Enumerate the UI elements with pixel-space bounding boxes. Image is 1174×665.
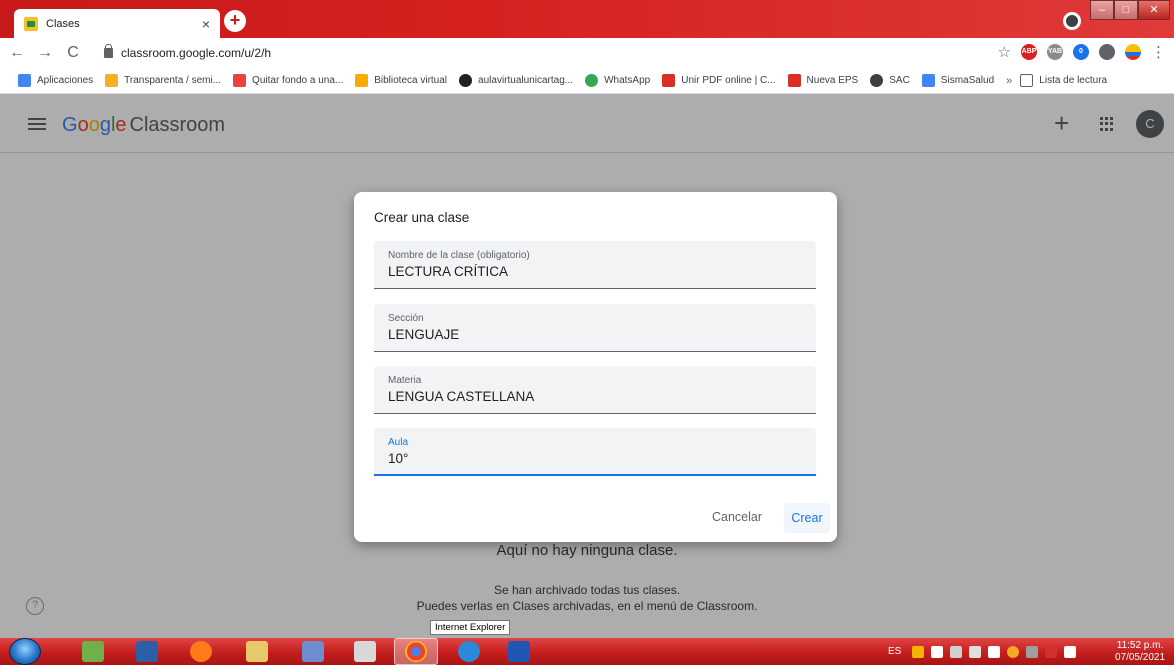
field-value[interactable]: LENGUAJE (388, 327, 459, 342)
bookmark-biblioteca[interactable]: Biblioteca virtual (355, 74, 447, 87)
bookmark-nueva-eps[interactable]: Nueva EPS (787, 74, 858, 87)
bookmark-favicon-icon (233, 74, 247, 87)
chrome-icon[interactable] (405, 641, 427, 662)
tab-close-icon[interactable]: × (202, 16, 210, 32)
start-button[interactable] (9, 638, 41, 665)
room-field[interactable]: Aula 10° (374, 428, 816, 476)
cross-icon (921, 74, 935, 87)
scanner-app-icon[interactable] (354, 641, 376, 662)
bookmark-sismasalud[interactable]: SismaSalud (921, 74, 994, 87)
section-field[interactable]: Sección LENGUAJE (374, 304, 816, 352)
signal-icon[interactable] (988, 645, 1001, 658)
puzzle-extensions-icon[interactable] (1099, 44, 1115, 60)
bookmark-aulavirtual[interactable]: aulavirtualunicartag... (459, 74, 573, 87)
word-icon[interactable] (508, 641, 530, 662)
browser-titlebar: Clases × + – □ ✕ (0, 0, 1174, 38)
url-input[interactable]: classroom.google.com/u/2/h (104, 42, 1004, 64)
apps-grid-icon (18, 74, 31, 87)
subject-field[interactable]: Materia LENGUA CASTELLANA (374, 366, 816, 414)
lock-icon (104, 44, 113, 58)
globe-icon (870, 74, 884, 87)
bookmark-aplicaciones[interactable]: Aplicaciones (18, 74, 93, 87)
action-center-flag-icon[interactable] (1064, 645, 1077, 658)
field-value[interactable]: LECTURA CRÍTICA (388, 264, 508, 279)
firefox-icon[interactable] (190, 641, 212, 662)
field-label: Sección (388, 313, 424, 324)
clock-date: 07/05/2021 (1114, 652, 1166, 663)
back-button[interactable]: ← (6, 44, 28, 62)
close-window-button[interactable]: ✕ (1138, 0, 1170, 20)
media-player-icon[interactable] (136, 641, 158, 662)
field-label: Materia (388, 375, 422, 386)
create-button[interactable]: Crear (784, 503, 830, 533)
tab-clases[interactable]: Clases × (14, 9, 220, 38)
classroom-favicon-icon (24, 16, 38, 31)
system-clock[interactable]: 11:52 p.m. 07/05/2021 (1108, 640, 1172, 664)
volume-icon[interactable] (931, 645, 944, 658)
new-tab-button[interactable]: + (224, 10, 246, 32)
bookmark-favicon-icon (355, 74, 369, 87)
network-icon[interactable] (969, 645, 982, 658)
cancel-button[interactable]: Cancelar (712, 510, 762, 524)
field-label: Nombre de la clase (obligatorio) (388, 250, 530, 261)
taskbar-tooltip: Internet Explorer (430, 620, 511, 635)
bookmark-favicon-icon (459, 74, 473, 87)
bookmark-unir-pdf[interactable]: Unir PDF online | C... (662, 74, 776, 87)
windows-taskbar: ES 11:52 p.m. 07/05/2021 (0, 638, 1174, 665)
users-app-icon[interactable] (302, 641, 324, 662)
file-explorer-icon[interactable] (246, 641, 268, 662)
extension-badge-icon[interactable]: 0 (1073, 44, 1089, 60)
tray-app-icon[interactable] (912, 645, 925, 658)
reading-list-icon (1020, 74, 1034, 87)
create-class-dialog: Crear una clase Nombre de la clase (obli… (354, 192, 837, 542)
class-name-field[interactable]: Nombre de la clase (obligatorio) LECTURA… (374, 241, 816, 289)
minimize-button[interactable]: – (1090, 0, 1114, 20)
field-value[interactable]: 10° (388, 451, 408, 466)
bookmark-star-icon[interactable]: ☆ (998, 43, 1011, 61)
more-bookmarks-icon[interactable]: » (1006, 75, 1012, 87)
browser-profile-icon[interactable] (1063, 12, 1081, 30)
abp-extension-icon[interactable]: ABP (1021, 44, 1037, 60)
dialog-title: Crear una clase (374, 210, 470, 225)
tray-app-icon[interactable] (1045, 645, 1058, 658)
tab-title: Clases (46, 17, 80, 30)
bookmark-quitar-fondo[interactable]: Quitar fondo a una... (233, 74, 343, 87)
extension-icon[interactable]: YAB (1047, 44, 1063, 60)
bookmark-sac[interactable]: SAC (870, 74, 910, 87)
address-bar: ← → C classroom.google.com/u/2/h ☆ ABP Y… (0, 38, 1174, 68)
field-label: Aula (388, 437, 409, 448)
tray-app-icon[interactable] (1007, 645, 1020, 658)
field-value[interactable]: LENGUA CASTELLANA (388, 389, 534, 404)
url-text: classroom.google.com/u/2/h (121, 46, 272, 60)
tray-app-icon[interactable] (1026, 645, 1039, 658)
bookmark-whatsapp[interactable]: WhatsApp (585, 74, 650, 87)
profile-avatar-icon[interactable] (1125, 44, 1141, 60)
forward-button[interactable]: → (34, 44, 56, 62)
maximize-button[interactable]: □ (1114, 0, 1138, 20)
reading-list-button[interactable]: Lista de lectura (1020, 74, 1107, 87)
heart-icon (662, 74, 676, 87)
reload-button[interactable]: C (62, 44, 84, 62)
checkmark-icon (787, 74, 801, 87)
bookmark-transparenta[interactable]: Transparenta / semi... (105, 74, 221, 87)
bookmark-favicon-icon (105, 74, 119, 87)
clock-time: 11:52 p.m. (1116, 640, 1164, 651)
extensions-area: ☆ ABP YAB 0 ⋮ (998, 43, 1166, 61)
browser-menu-icon[interactable]: ⋮ (1151, 43, 1166, 61)
system-tray: ES (888, 638, 1077, 665)
language-indicator[interactable]: ES (888, 646, 901, 657)
bookmarks-bar: Aplicaciones Transparenta / semi... Quit… (0, 68, 1174, 94)
network-app-icon[interactable] (82, 641, 104, 662)
internet-explorer-icon[interactable] (458, 641, 480, 662)
whatsapp-icon (585, 74, 599, 87)
tray-app-icon[interactable] (950, 645, 963, 658)
window-controls: – □ ✕ (1090, 0, 1170, 20)
